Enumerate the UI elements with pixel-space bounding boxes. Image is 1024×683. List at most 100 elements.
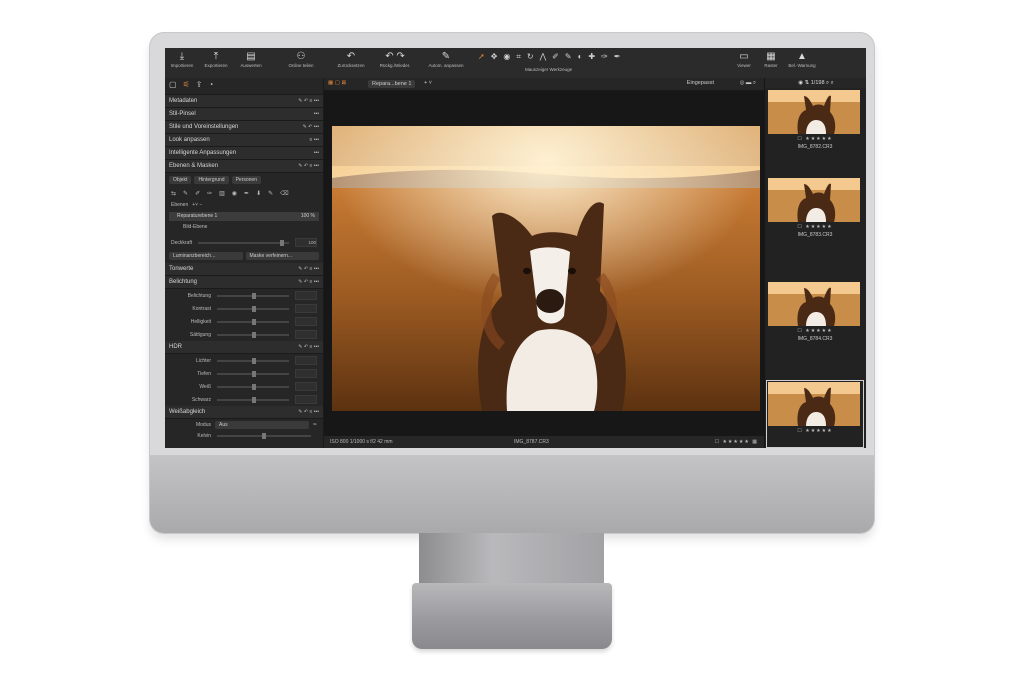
- mask-tool-icon[interactable]: ✒: [244, 190, 249, 197]
- heal-icon[interactable]: ✚: [588, 52, 595, 64]
- shadows-slider[interactable]: [217, 370, 289, 377]
- thumb-rating[interactable]: ☐ ★★★★★: [765, 328, 865, 334]
- crop-icon[interactable]: ⌗: [516, 52, 521, 64]
- contrast-slider[interactable]: [217, 305, 289, 312]
- search-icon[interactable]: ⌕ ⌕: [825, 80, 834, 86]
- thumb-rating[interactable]: ☐ ★★★★★: [765, 428, 865, 434]
- rotate-icon[interactable]: ↻: [527, 52, 534, 64]
- luminance-range-button[interactable]: Luminanzbereich...: [169, 252, 243, 260]
- thumb-rating[interactable]: ☐ ★★★★★: [765, 136, 865, 142]
- layer-tab[interactable]: Repara...bene 1: [368, 80, 416, 88]
- white-param-row: Weiß: [165, 380, 323, 393]
- section-hdr[interactable]: HDR ✎ ↶ ≡ •••: [165, 341, 323, 354]
- thumbnail-selected[interactable]: [768, 382, 860, 426]
- import-button[interactable]: ⤓ Importieren: [169, 51, 195, 68]
- image-viewer: ▦ ▢ ⊠ Repara...bene 1 + ˅ Eingepasst ◎ ▬…: [324, 78, 764, 448]
- mask-tool-icon[interactable]: ◉: [232, 190, 237, 197]
- export-tab-icon[interactable]: ⇪: [196, 80, 203, 92]
- mask-tool-icon[interactable]: ✎: [268, 190, 273, 197]
- thumb-rating[interactable]: ☐ ★★★★★: [765, 224, 865, 230]
- mask-tool-icon[interactable]: ✑: [207, 190, 212, 197]
- pan-icon[interactable]: ✥: [491, 52, 498, 64]
- people-mask-button[interactable]: Personen: [231, 176, 261, 184]
- saturation-slider[interactable]: [217, 331, 289, 338]
- annotate-icon[interactable]: ✒: [614, 52, 621, 64]
- refine-tab-icon[interactable]: ◔: [208, 80, 213, 92]
- mask-tool-icon[interactable]: ⬇: [256, 190, 261, 197]
- auto-adjust-button[interactable]: ✎ Autom. anpassen: [423, 51, 469, 68]
- brightness-slider[interactable]: [217, 318, 289, 325]
- layer-row-base[interactable]: Bild-Ebene: [169, 223, 319, 232]
- grid-button[interactable]: ▦ Raster: [759, 51, 783, 68]
- rating-stars[interactable]: ☐ ★★★★★ ▦: [715, 436, 758, 448]
- export-button[interactable]: ⤒ Exportieren: [201, 51, 231, 68]
- layer-row-selected[interactable]: Reparaturebene 1 100 %: [169, 212, 319, 221]
- tool-tabs: ▢ ⚟ ⇪ ◔: [165, 78, 323, 95]
- exposure-slider[interactable]: [217, 292, 289, 299]
- mask-tool-icon[interactable]: ▥: [219, 190, 225, 197]
- thumb-filename: IMG_8783.CR3: [797, 232, 833, 238]
- refine-mask-button[interactable]: Maske verfeinern...: [245, 252, 319, 260]
- zoom-slider-icon[interactable]: ◎ ▬ ⌕: [740, 80, 756, 87]
- select-cursor-icon[interactable]: ➚: [478, 52, 485, 64]
- share-online-button[interactable]: ⚇ Online teilen: [283, 51, 319, 68]
- background-mask-button[interactable]: Hintergrund: [194, 176, 229, 184]
- main-photo-dog[interactable]: [332, 126, 760, 411]
- section-exposure[interactable]: Belichtung ✎ ↶ ≡ •••: [165, 276, 323, 289]
- object-mask-button[interactable]: Objekt: [169, 176, 192, 184]
- library-tab-icon[interactable]: ▢: [169, 80, 177, 92]
- highlights-slider[interactable]: [217, 357, 289, 364]
- mask-tool-icon[interactable]: ✐: [195, 190, 200, 197]
- section-layers-masks[interactable]: Ebenen & Masken ✎ ↶ ≡ •••: [165, 160, 323, 173]
- section-tools-icon: ✎ ↶ ≡ •••: [298, 279, 319, 285]
- picker-icon[interactable]: ✑: [601, 52, 608, 64]
- adjust-tab-icon[interactable]: ⚟: [183, 80, 190, 92]
- undo-redo-button[interactable]: ↶ ↷ Rückg./Wieder.: [373, 51, 417, 68]
- wb-picker-icon[interactable]: ✑: [313, 422, 317, 428]
- opacity-slider[interactable]: [198, 239, 289, 246]
- mask-tool-icon[interactable]: ⌫: [280, 190, 288, 197]
- tools-panel: ▢ ⚟ ⇪ ◔ Metadaten ✎ ↶ ≡ ••• Stil-Pinsel ••…: [165, 78, 324, 448]
- loupe-icon[interactable]: ◉: [503, 52, 510, 64]
- zoom-label[interactable]: Eingepasst: [687, 80, 714, 86]
- mask-tool-icon[interactable]: ⇆: [171, 190, 176, 197]
- eye-icon[interactable]: ◉ ⇅: [798, 80, 810, 86]
- wb-mode-select[interactable]: Aus: [215, 421, 309, 429]
- section-smart-adjust[interactable]: Intelligente Anpassungen •••: [165, 147, 323, 160]
- add-layer-icon[interactable]: +˅ −: [188, 202, 317, 208]
- section-levels[interactable]: Tonwerte ✎ ↶ ≡ •••: [165, 263, 323, 276]
- section-metadata[interactable]: Metadaten ✎ ↶ ≡ •••: [165, 95, 323, 108]
- section-styles-presets[interactable]: Stile und Voreinstellungen ✎ ↶ •••: [165, 121, 323, 134]
- section-white-balance[interactable]: Weißabgleich ✎ ↶ ≡ •••: [165, 406, 323, 419]
- import-icon: ⤓: [179, 51, 185, 62]
- brush-icon[interactable]: ✐: [552, 52, 559, 64]
- black-slider[interactable]: [217, 396, 289, 403]
- thumbnail[interactable]: [768, 178, 860, 222]
- thumbnail[interactable]: [768, 282, 860, 326]
- exposure-param-row: Belichtung: [165, 289, 323, 302]
- section-style-brush[interactable]: Stil-Pinsel •••: [165, 108, 323, 121]
- thumb-filename: IMG_8782.CR3: [797, 144, 833, 150]
- eraser-icon[interactable]: ✎: [565, 52, 572, 64]
- thumbnail[interactable]: [768, 90, 860, 134]
- layers-header: Ebenen +˅ −: [165, 200, 323, 210]
- mask-tools-row: ⇆ ✎ ✐ ✑ ▥ ◉ ✒ ⬇ ✎ ⌫: [165, 187, 323, 200]
- section-tools-icon: ✎ ↶ ≡ •••: [298, 98, 319, 104]
- exposure-warning-button[interactable]: ▲ Bel.-Warnung: [785, 51, 819, 68]
- gradient-icon[interactable]: ◐: [578, 52, 583, 64]
- section-look[interactable]: Look anpassen ≡ •••: [165, 134, 323, 147]
- kelvin-slider[interactable]: [217, 433, 311, 439]
- mask-tool-icon[interactable]: ✎: [183, 190, 188, 197]
- reset-button[interactable]: ↶ Zurücksetzen: [333, 51, 369, 68]
- saturation-param-row: Sättigung: [165, 328, 323, 341]
- evaluate-button[interactable]: ▤ Auswerten: [237, 51, 265, 68]
- contrast-param-row: Kontrast: [165, 302, 323, 315]
- wb-mode-row: Modus Aus ✑: [195, 421, 317, 429]
- share-icon: ⚇: [296, 51, 306, 62]
- single-view-icon[interactable]: ▦ ▢ ⊠: [328, 80, 346, 86]
- viewer-button[interactable]: ▭ Viewer: [731, 51, 757, 68]
- grid-toggle-icon[interactable]: ▦: [752, 439, 758, 445]
- keystone-icon[interactable]: ⋀: [540, 52, 547, 64]
- add-tab-icon[interactable]: + ˅: [424, 80, 432, 86]
- white-slider[interactable]: [217, 383, 289, 390]
